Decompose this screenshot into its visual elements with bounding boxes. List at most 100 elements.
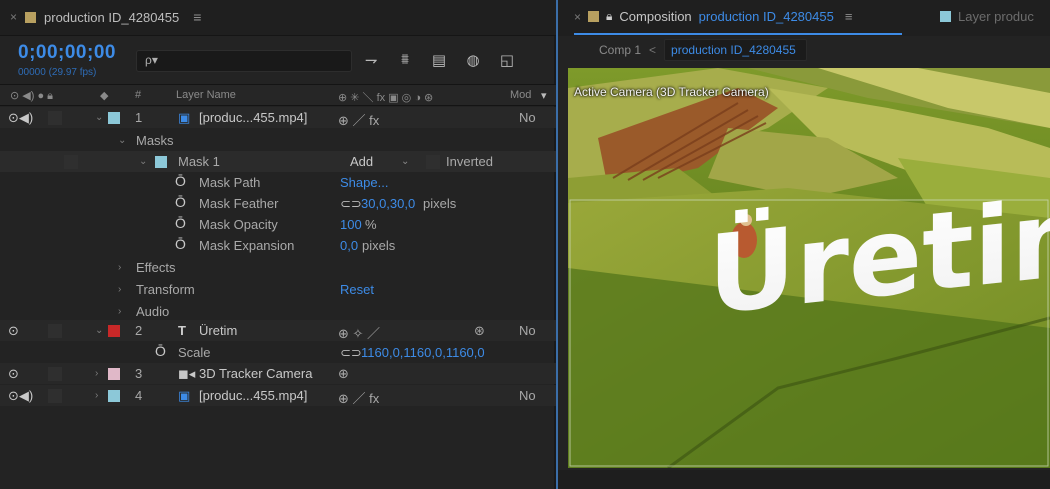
layer-columns-header: ⊙ ◀) ● 🔒︎ ◆ # Layer Name ⊕ ✳ ＼ fx ▣ ◎ ◑ …: [0, 84, 556, 106]
unit-label: %: [365, 217, 377, 232]
inverted-checkbox[interactable]: [426, 155, 440, 169]
comp-color-swatch: [588, 11, 600, 22]
mask-opacity-row[interactable]: Ō Mask Opacity 100 %: [0, 214, 556, 235]
layer-row-1[interactable]: ⊙◀) ⌄ 1 ▣ [produc...455.mp4] ⊕ ／ fx No: [0, 107, 556, 128]
mask-lock-cell[interactable]: [64, 155, 78, 169]
expand-chevron-icon[interactable]: ›: [118, 284, 121, 295]
mask-1-row[interactable]: ⌄ Mask 1 Add ⌄ Inverted: [0, 151, 556, 172]
column-options-icon[interactable]: ▾: [541, 89, 547, 102]
layer-name[interactable]: 3D Tracker Camera: [199, 366, 312, 381]
motion-blur-icon[interactable]: ◍: [464, 51, 482, 69]
camera-icon: ◼◂: [178, 366, 196, 381]
blend-mode[interactable]: No: [519, 388, 536, 403]
stopwatch-icon[interactable]: Ō: [155, 343, 166, 359]
solo-cell[interactable]: [48, 389, 62, 403]
breadcrumb-separator: <: [649, 43, 657, 57]
composition-viewer[interactable]: Üretim Active Camera (3D Tracker Camera): [568, 68, 1050, 468]
mask-opacity-value[interactable]: 100: [340, 217, 362, 232]
label-column-icon[interactable]: ◆: [100, 89, 108, 102]
composition-tab-bar: × 🔒︎ Composition production ID_4280455 ≡…: [558, 0, 1050, 36]
layer-switches[interactable]: ⊕: [338, 366, 349, 382]
layer-row-2[interactable]: ⊙ ⌄ 2 T Üretim ⊕ ✧ ／ ⊛ No: [0, 320, 556, 341]
frame-blending-icon[interactable]: ▤: [430, 51, 448, 69]
expand-chevron-icon[interactable]: ⌄: [95, 325, 103, 336]
composition-tab-label: Composition: [619, 9, 692, 24]
masks-group-row[interactable]: ⌄ Masks: [0, 130, 556, 151]
layer-label-color[interactable]: [108, 325, 120, 337]
solo-cell[interactable]: [48, 367, 62, 381]
composition-tab-name: production ID_4280455: [698, 9, 834, 24]
effects-group-row[interactable]: › Effects: [0, 257, 556, 278]
layer-name[interactable]: Üretim: [199, 323, 237, 338]
visibility-eye-icon[interactable]: ⊙: [8, 323, 19, 339]
tab-menu-icon[interactable]: ≡: [845, 9, 853, 24]
masks-label: Masks: [136, 133, 174, 148]
property-label: Mask Expansion: [199, 238, 295, 253]
timeline-tab[interactable]: × production ID_4280455 ≡: [10, 9, 201, 25]
transform-group-row[interactable]: › Transform Reset: [0, 279, 556, 300]
layer-row-3[interactable]: ⊙ › 3 ◼◂ 3D Tracker Camera ⊕: [0, 363, 556, 384]
chevron-down-icon[interactable]: ⌄: [401, 156, 409, 167]
mask-expansion-row[interactable]: Ō Mask Expansion 0,0 pixels: [0, 235, 556, 256]
blend-mode[interactable]: No: [519, 323, 536, 338]
layer-label-color[interactable]: [108, 390, 120, 402]
expand-chevron-icon[interactable]: ⌄: [118, 135, 126, 146]
mask-name[interactable]: Mask 1: [178, 154, 220, 169]
breadcrumb-comp1[interactable]: Comp 1: [599, 43, 641, 57]
3d-layer-switch-icon[interactable]: ⊛: [474, 323, 485, 339]
current-time-display[interactable]: 0;00;00;00: [18, 42, 116, 64]
stopwatch-icon[interactable]: Ō: [175, 236, 186, 252]
scale-property-row[interactable]: Ō Scale ⊂⊃ 1160,0,1160,0,1160,0: [0, 342, 556, 363]
solo-cell[interactable]: [48, 324, 62, 338]
link-icon[interactable]: ⊂⊃: [340, 196, 362, 212]
visibility-eye-icon[interactable]: ⊙: [8, 366, 19, 382]
expand-chevron-icon[interactable]: ›: [118, 306, 121, 317]
mask-mode-dropdown[interactable]: Add: [350, 154, 373, 169]
layer-switches[interactable]: ⊕ ／ fx: [338, 110, 379, 129]
close-tab-icon[interactable]: ×: [574, 10, 581, 24]
layer-row-4[interactable]: ⊙◀) › 4 ▣ [produc...455.mp4] ⊕ ／ fx No: [0, 385, 556, 406]
composition-tab[interactable]: × 🔒︎ Composition production ID_4280455 ≡: [574, 9, 852, 24]
lock-icon[interactable]: 🔒︎: [606, 9, 612, 24]
blend-mode[interactable]: No: [519, 110, 536, 125]
graph-editor-icon[interactable]: ◱: [498, 51, 516, 69]
stopwatch-icon[interactable]: Ō: [175, 173, 186, 189]
mask-feather-row[interactable]: Ō Mask Feather ⊂⊃ 30,0,30,0 pixels: [0, 193, 556, 214]
audio-group-row[interactable]: › Audio: [0, 301, 556, 322]
visibility-eye-icon[interactable]: ⊙◀): [8, 110, 33, 126]
tab-menu-icon[interactable]: ≡: [193, 9, 201, 25]
layer-switches[interactable]: ⊕ ／ fx: [338, 388, 379, 407]
timeline-tab-title: production ID_4280455: [44, 9, 180, 25]
mask-path-row[interactable]: Ō Mask Path Shape...: [0, 172, 556, 193]
expand-chevron-icon[interactable]: ›: [95, 390, 98, 401]
scale-value[interactable]: 1160,0,1160,0,1160,0: [361, 345, 485, 360]
layer-name-column-header[interactable]: Layer Name: [176, 89, 236, 101]
layer-switches[interactable]: ⊕ ✧ ／: [338, 323, 380, 342]
av-features-icons: ⊙ ◀) ● 🔒︎: [10, 90, 54, 102]
breadcrumb-current[interactable]: production ID_4280455: [664, 39, 807, 61]
layer-viewer-tab[interactable]: Layer produc: [940, 9, 1034, 24]
layer-label-color[interactable]: [108, 368, 120, 380]
layer-number: 1: [135, 110, 143, 125]
expand-chevron-icon[interactable]: ›: [95, 368, 98, 379]
mask-color-swatch[interactable]: [155, 156, 167, 168]
stopwatch-icon[interactable]: Ō: [175, 194, 186, 210]
layer-search-input[interactable]: ρ▾: [136, 50, 352, 72]
link-icon[interactable]: ⊂⊃: [340, 345, 362, 361]
close-tab-icon[interactable]: ×: [10, 10, 17, 24]
expand-chevron-icon[interactable]: ⌄: [95, 112, 103, 123]
draft-3d-icon[interactable]: ⩩: [396, 51, 414, 69]
layer-name[interactable]: [produc...455.mp4]: [199, 388, 307, 403]
mask-feather-value[interactable]: 30,0,30,0: [361, 196, 415, 211]
solo-cell[interactable]: [48, 111, 62, 125]
comp-mini-flowchart-icon[interactable]: ⇁: [362, 51, 380, 69]
expand-chevron-icon[interactable]: ›: [118, 262, 121, 273]
stopwatch-icon[interactable]: Ō: [175, 215, 186, 231]
expand-chevron-icon[interactable]: ⌄: [139, 156, 147, 167]
visibility-eye-icon[interactable]: ⊙◀): [8, 388, 33, 404]
layer-name[interactable]: [produc...455.mp4]: [199, 110, 307, 125]
reset-link[interactable]: Reset: [340, 282, 374, 297]
mask-path-value[interactable]: Shape...: [340, 175, 388, 190]
layer-label-color[interactable]: [108, 112, 120, 124]
mask-expansion-value[interactable]: 0,0: [340, 238, 358, 253]
